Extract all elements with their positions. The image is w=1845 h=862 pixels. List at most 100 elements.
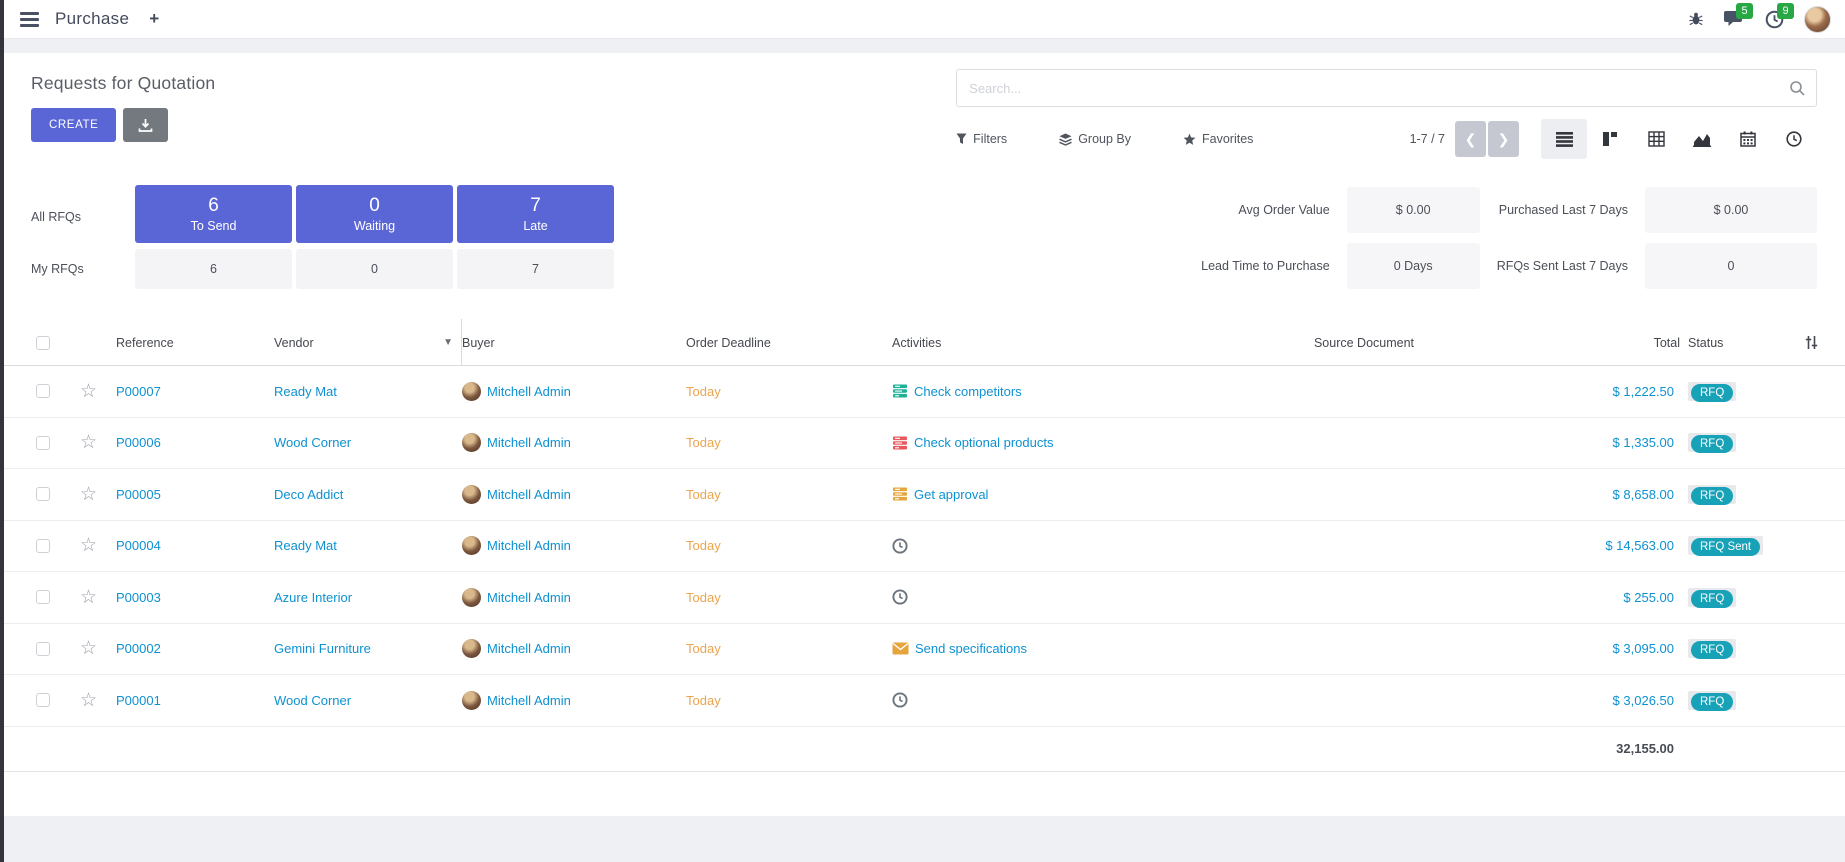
search-input[interactable] xyxy=(969,81,1789,96)
select-all-checkbox[interactable] xyxy=(36,336,50,350)
messages-icon[interactable]: 5 xyxy=(1724,10,1745,28)
favorites-button[interactable]: Favorites xyxy=(1183,132,1253,146)
favorite-star-icon[interactable]: ☆ xyxy=(80,484,97,505)
total-amount: $ 3,095.00 xyxy=(1512,641,1688,656)
vendor-link[interactable]: Wood Corner xyxy=(274,693,351,708)
activity-cell[interactable] xyxy=(892,538,1224,554)
stat-value: $ 0.00 xyxy=(1347,187,1480,233)
reference-link[interactable]: P00004 xyxy=(116,538,161,553)
my-rfq-stat-tile[interactable]: 7 xyxy=(457,249,614,289)
rfq-table-row[interactable]: ☆ P00006 Wood Corner Mitchell Admin Toda… xyxy=(4,418,1845,470)
activity-cell[interactable] xyxy=(892,589,1224,605)
rfq-table-row[interactable]: ☆ P00007 Ready Mat Mitchell Admin Today … xyxy=(4,366,1845,418)
column-header-reference[interactable]: Reference xyxy=(116,336,274,350)
list-icon xyxy=(892,383,908,399)
rfq-table-row[interactable]: ☆ P00001 Wood Corner Mitchell Admin Toda… xyxy=(4,675,1845,727)
reference-link[interactable]: P00003 xyxy=(116,590,161,605)
vendor-link[interactable]: Ready Mat xyxy=(274,384,337,399)
row-checkbox[interactable] xyxy=(36,384,50,398)
buyer-link[interactable]: Mitchell Admin xyxy=(487,384,571,399)
rfq-stat-tile[interactable]: 0Waiting xyxy=(296,185,453,243)
user-avatar[interactable] xyxy=(1804,6,1831,33)
main-menu-icon[interactable] xyxy=(20,12,39,27)
status-badge: RFQ xyxy=(1691,693,1733,711)
column-header-status[interactable]: Status xyxy=(1688,336,1804,350)
column-header-total[interactable]: Total xyxy=(1512,336,1688,350)
row-checkbox[interactable] xyxy=(36,487,50,501)
my-rfq-stat-tile[interactable]: 6 xyxy=(135,249,292,289)
create-button[interactable]: CREATE xyxy=(31,108,116,142)
row-checkbox[interactable] xyxy=(36,539,50,553)
activities-clock-icon[interactable]: 9 xyxy=(1765,10,1784,29)
pivot-view-button[interactable] xyxy=(1633,119,1679,159)
my-rfq-stat-tile[interactable]: 0 xyxy=(296,249,453,289)
layers-icon xyxy=(1059,133,1072,146)
app-name[interactable]: Purchase xyxy=(55,9,129,29)
pager-next-button[interactable]: ❯ xyxy=(1488,121,1519,157)
favorite-star-icon[interactable]: ☆ xyxy=(80,690,97,711)
rfq-stat-tile[interactable]: 6To Send xyxy=(135,185,292,243)
graph-view-button[interactable] xyxy=(1679,119,1725,159)
vendor-link[interactable]: Wood Corner xyxy=(274,435,351,450)
favorite-star-icon[interactable]: ☆ xyxy=(80,381,97,402)
reference-link[interactable]: P00002 xyxy=(116,641,161,656)
list-view-button[interactable] xyxy=(1541,119,1587,159)
activity-view-button[interactable] xyxy=(1771,119,1817,159)
search-box[interactable] xyxy=(956,69,1817,107)
activity-cell[interactable]: Get approval xyxy=(892,486,1224,502)
order-deadline: Today xyxy=(686,693,892,708)
activity-cell[interactable]: Check competitors xyxy=(892,383,1224,399)
filters-button[interactable]: Filters xyxy=(956,132,1007,146)
column-header-buyer[interactable]: Buyer xyxy=(462,336,686,350)
kanban-view-icon xyxy=(1602,131,1618,147)
rfq-table-row[interactable]: ☆ P00005 Deco Addict Mitchell Admin Toda… xyxy=(4,469,1845,521)
favorite-star-icon[interactable]: ☆ xyxy=(80,587,97,608)
optional-columns-button[interactable] xyxy=(1804,335,1845,350)
search-icon[interactable] xyxy=(1789,80,1806,97)
activity-cell[interactable] xyxy=(892,692,1224,708)
vendor-link[interactable]: Azure Interior xyxy=(274,590,352,605)
rfq-table-row[interactable]: ☆ P00003 Azure Interior Mitchell Admin T… xyxy=(4,572,1845,624)
stat-value: $ 0.00 xyxy=(1645,187,1817,233)
rfq-stat-tile[interactable]: 7Late xyxy=(457,185,614,243)
order-deadline: Today xyxy=(686,384,892,399)
activity-cell[interactable]: Check optional products xyxy=(892,435,1224,451)
buyer-link[interactable]: Mitchell Admin xyxy=(487,590,571,605)
rfq-table-row[interactable]: ☆ P00004 Ready Mat Mitchell Admin Today … xyxy=(4,521,1845,573)
export-button[interactable] xyxy=(123,108,168,142)
pager-previous-button[interactable]: ❮ xyxy=(1455,121,1486,157)
debug-bug-icon[interactable] xyxy=(1688,11,1704,27)
new-tab-button[interactable]: + xyxy=(145,9,163,29)
buyer-link[interactable]: Mitchell Admin xyxy=(487,693,571,708)
row-checkbox[interactable] xyxy=(36,642,50,656)
column-header-order-deadline[interactable]: Order Deadline xyxy=(686,336,892,350)
kanban-view-button[interactable] xyxy=(1587,119,1633,159)
list-view-icon xyxy=(1556,132,1573,147)
rfq-table-row[interactable]: ☆ P00002 Gemini Furniture Mitchell Admin… xyxy=(4,624,1845,676)
buyer-link[interactable]: Mitchell Admin xyxy=(487,641,571,656)
row-checkbox[interactable] xyxy=(36,590,50,604)
vendor-link[interactable]: Gemini Furniture xyxy=(274,641,371,656)
order-deadline: Today xyxy=(686,435,892,450)
column-header-vendor[interactable]: Vendor ▼ xyxy=(274,319,462,366)
favorite-star-icon[interactable]: ☆ xyxy=(80,535,97,556)
vendor-link[interactable]: Ready Mat xyxy=(274,538,337,553)
favorite-star-icon[interactable]: ☆ xyxy=(80,432,97,453)
buyer-link[interactable]: Mitchell Admin xyxy=(487,435,571,450)
reference-link[interactable]: P00007 xyxy=(116,384,161,399)
group-by-button[interactable]: Group By xyxy=(1059,132,1131,146)
buyer-link[interactable]: Mitchell Admin xyxy=(487,487,571,502)
vendor-link[interactable]: Deco Addict xyxy=(274,487,343,502)
reference-link[interactable]: P00001 xyxy=(116,693,161,708)
total-amount: $ 1,222.50 xyxy=(1512,384,1688,399)
reference-link[interactable]: P00006 xyxy=(116,435,161,450)
row-checkbox[interactable] xyxy=(36,436,50,450)
favorite-star-icon[interactable]: ☆ xyxy=(80,638,97,659)
column-header-activities[interactable]: Activities xyxy=(892,336,1224,350)
row-checkbox[interactable] xyxy=(36,693,50,707)
buyer-link[interactable]: Mitchell Admin xyxy=(487,538,571,553)
calendar-view-button[interactable] xyxy=(1725,119,1771,159)
reference-link[interactable]: P00005 xyxy=(116,487,161,502)
column-header-source-document[interactable]: Source Document xyxy=(1224,336,1512,350)
activity-cell[interactable]: Send specifications xyxy=(892,641,1224,656)
